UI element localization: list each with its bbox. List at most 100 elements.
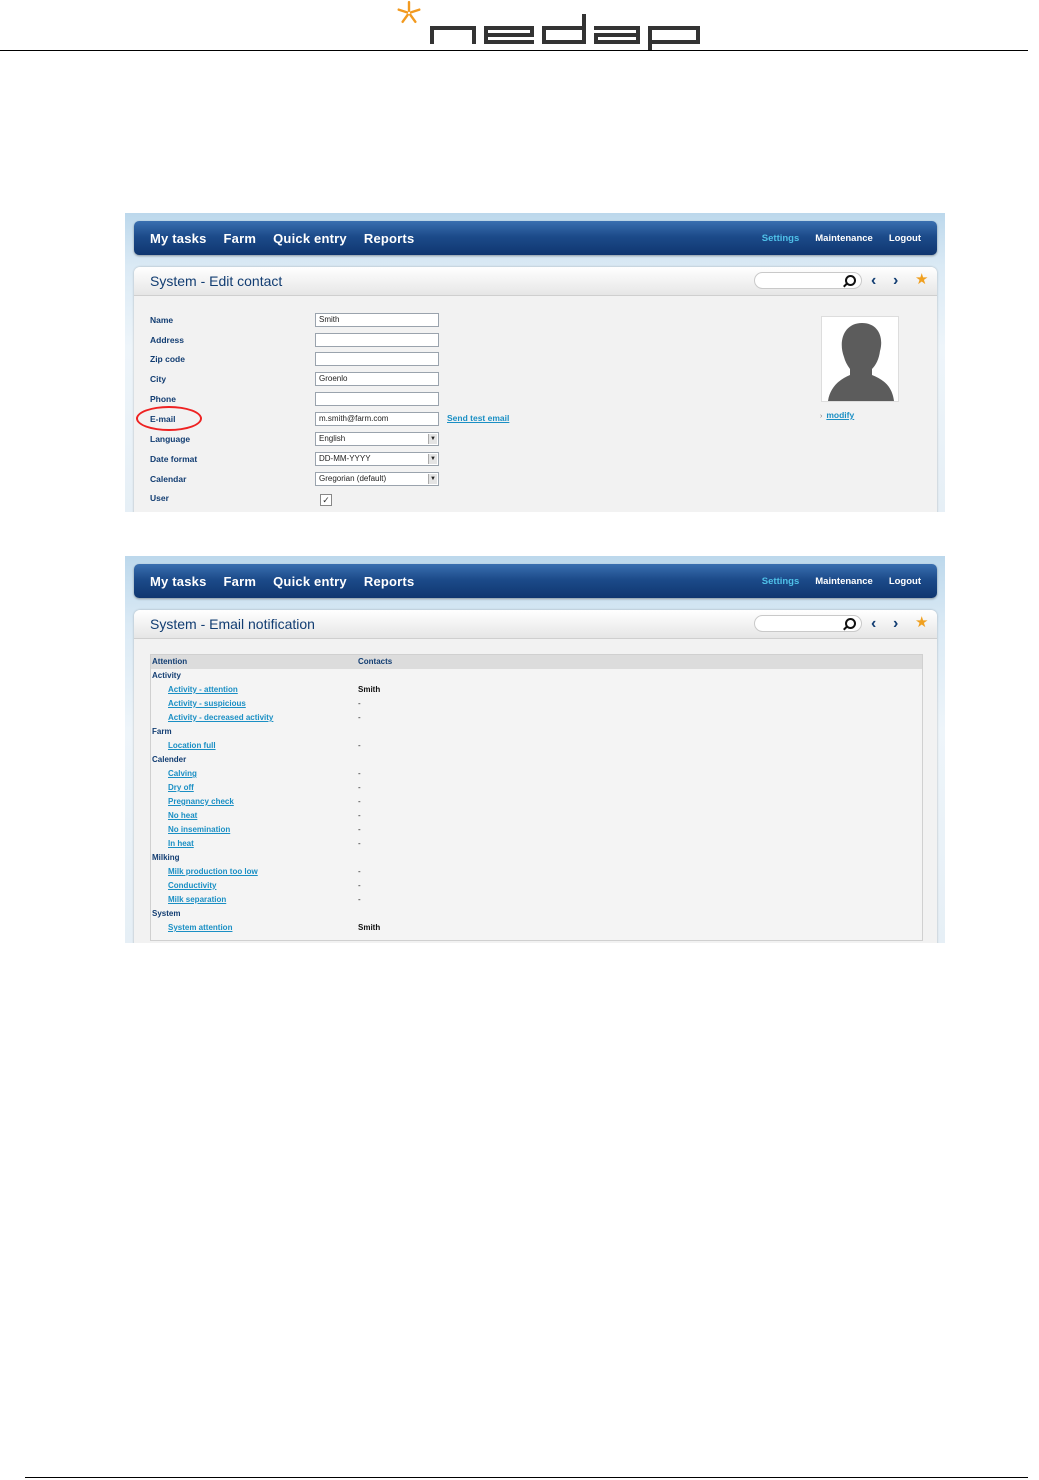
nav-farm[interactable]: Farm — [224, 231, 257, 246]
notification-link[interactable]: No insemination — [168, 825, 230, 834]
star-icon[interactable]: ★ — [915, 271, 928, 289]
notification-link[interactable]: Milk production too low — [168, 867, 258, 876]
bullet-icon: › — [820, 413, 823, 420]
nav-quick-entry[interactable]: Quick entry — [273, 231, 347, 246]
contact-value: - — [358, 867, 361, 876]
footer-divider — [25, 1477, 1028, 1478]
page-title: System - Email notification — [150, 616, 315, 632]
notification-link[interactable]: Activity - suspicious — [168, 699, 246, 708]
nav-settings[interactable]: Settings — [762, 233, 799, 244]
dropdown-arrow-icon[interactable]: ▼ — [428, 454, 437, 464]
nav-quick-entry[interactable]: Quick entry — [273, 574, 347, 589]
notification-link[interactable]: Calving — [168, 769, 197, 778]
email-field[interactable]: m.smith@farm.com — [315, 412, 439, 426]
modify-link[interactable]: modify — [826, 410, 854, 420]
group-row-system: System — [151, 907, 922, 921]
contact-value: - — [358, 699, 361, 708]
table-row: Milk production too low - — [151, 865, 922, 879]
nedap-logo — [392, 0, 712, 50]
contact-value: - — [358, 769, 361, 778]
contact-value: - — [358, 895, 361, 904]
notification-link[interactable]: In heat — [168, 839, 194, 848]
nav-logout[interactable]: Logout — [889, 233, 921, 244]
table-row: Pregnancy check - — [151, 795, 922, 809]
notification-link[interactable]: Activity - attention — [168, 685, 238, 694]
phone-label: Phone — [150, 394, 176, 404]
nav-my-tasks[interactable]: My tasks — [150, 574, 207, 589]
chevron-right-icon[interactable]: › — [893, 615, 898, 632]
notification-link[interactable]: Pregnancy check — [168, 797, 234, 806]
nav-settings[interactable]: Settings — [762, 576, 799, 587]
modify-photo: › modify — [820, 410, 854, 420]
nav-logout[interactable]: Logout — [889, 576, 921, 587]
search-icon[interactable] — [845, 275, 856, 286]
group-label: Calender — [152, 755, 187, 764]
language-value: English — [319, 434, 346, 443]
chevron-left-icon[interactable]: ‹ — [871, 615, 876, 632]
nav-maintenance[interactable]: Maintenance — [815, 233, 873, 244]
group-row-calender: Calender — [151, 753, 922, 767]
nav-my-tasks[interactable]: My tasks — [150, 231, 207, 246]
nedap-logo-graphic — [397, 1, 700, 50]
table-row: No heat - — [151, 809, 922, 823]
notification-link[interactable]: Dry off — [168, 783, 194, 792]
email-notification-panel: System - Email notification ‹ › ★ Attent… — [134, 610, 937, 943]
search-input[interactable] — [754, 272, 862, 289]
notification-link[interactable]: Location full — [168, 741, 216, 750]
table-row: No insemination - — [151, 823, 922, 837]
contact-value: - — [358, 811, 361, 820]
nav-maintenance[interactable]: Maintenance — [815, 576, 873, 587]
table-row: Milk separation - — [151, 893, 922, 907]
notification-link[interactable]: System attention — [168, 923, 232, 932]
table-row: Activity - decreased activity - — [151, 711, 922, 725]
group-label: System — [152, 909, 181, 918]
address-field[interactable] — [315, 333, 439, 347]
search-input[interactable] — [754, 615, 862, 632]
name-field[interactable]: Smith — [315, 313, 439, 327]
language-select[interactable]: English ▼ — [315, 432, 439, 446]
group-row-activity: Activity — [151, 669, 922, 683]
table-row: System attention Smith — [151, 921, 922, 935]
nav-reports[interactable]: Reports — [364, 574, 415, 589]
language-label: Language — [150, 434, 191, 444]
panel-header: System - Email notification ‹ › ★ — [134, 610, 937, 639]
city-field[interactable]: Groenlo — [315, 372, 439, 386]
column-header-attention: Attention — [152, 657, 188, 666]
table-row: Calving - — [151, 767, 922, 781]
chevron-left-icon[interactable]: ‹ — [871, 272, 876, 289]
calendar-select[interactable]: Gregorian (default) ▼ — [315, 472, 439, 486]
zip-code-field[interactable] — [315, 352, 439, 366]
contact-value: - — [358, 881, 361, 890]
phone-field[interactable] — [315, 392, 439, 406]
dropdown-arrow-icon[interactable]: ▼ — [428, 474, 437, 484]
contact-value: - — [358, 839, 361, 848]
user-checkbox[interactable]: ✓ — [320, 494, 332, 506]
nav-reports[interactable]: Reports — [364, 231, 415, 246]
date-format-select[interactable]: DD-MM-YYYY ▼ — [315, 452, 439, 466]
group-row-milking: Milking — [151, 851, 922, 865]
table-row: Conductivity - — [151, 879, 922, 893]
chevron-right-icon[interactable]: › — [893, 272, 898, 289]
search-icon[interactable] — [845, 618, 856, 629]
screenshot-email-notification: My tasks Farm Quick entry Reports Settin… — [125, 556, 945, 943]
address-label: Address — [150, 335, 185, 345]
contact-value: - — [358, 741, 361, 750]
notification-link[interactable]: Activity - decreased activity — [168, 713, 273, 722]
avatar — [821, 316, 899, 402]
table-header: Attention Contacts — [151, 655, 922, 669]
column-header-contacts: Contacts — [358, 657, 393, 666]
notification-link[interactable]: Milk separation — [168, 895, 226, 904]
header-divider — [0, 50, 1028, 51]
contact-value: - — [358, 797, 361, 806]
star-icon[interactable]: ★ — [915, 614, 928, 632]
notification-link[interactable]: No heat — [168, 811, 197, 820]
notification-table: Attention Contacts Activity Activity - a… — [150, 654, 923, 941]
page-title: System - Edit contact — [150, 273, 283, 289]
notification-link[interactable]: Conductivity — [168, 881, 216, 890]
dropdown-arrow-icon[interactable]: ▼ — [428, 434, 437, 444]
nav-farm[interactable]: Farm — [224, 574, 257, 589]
group-row-farm: Farm — [151, 725, 922, 739]
send-test-email-link[interactable]: Send test email — [447, 413, 509, 423]
main-navbar: My tasks Farm Quick entry Reports Settin… — [134, 221, 937, 255]
contact-value: - — [358, 825, 361, 834]
